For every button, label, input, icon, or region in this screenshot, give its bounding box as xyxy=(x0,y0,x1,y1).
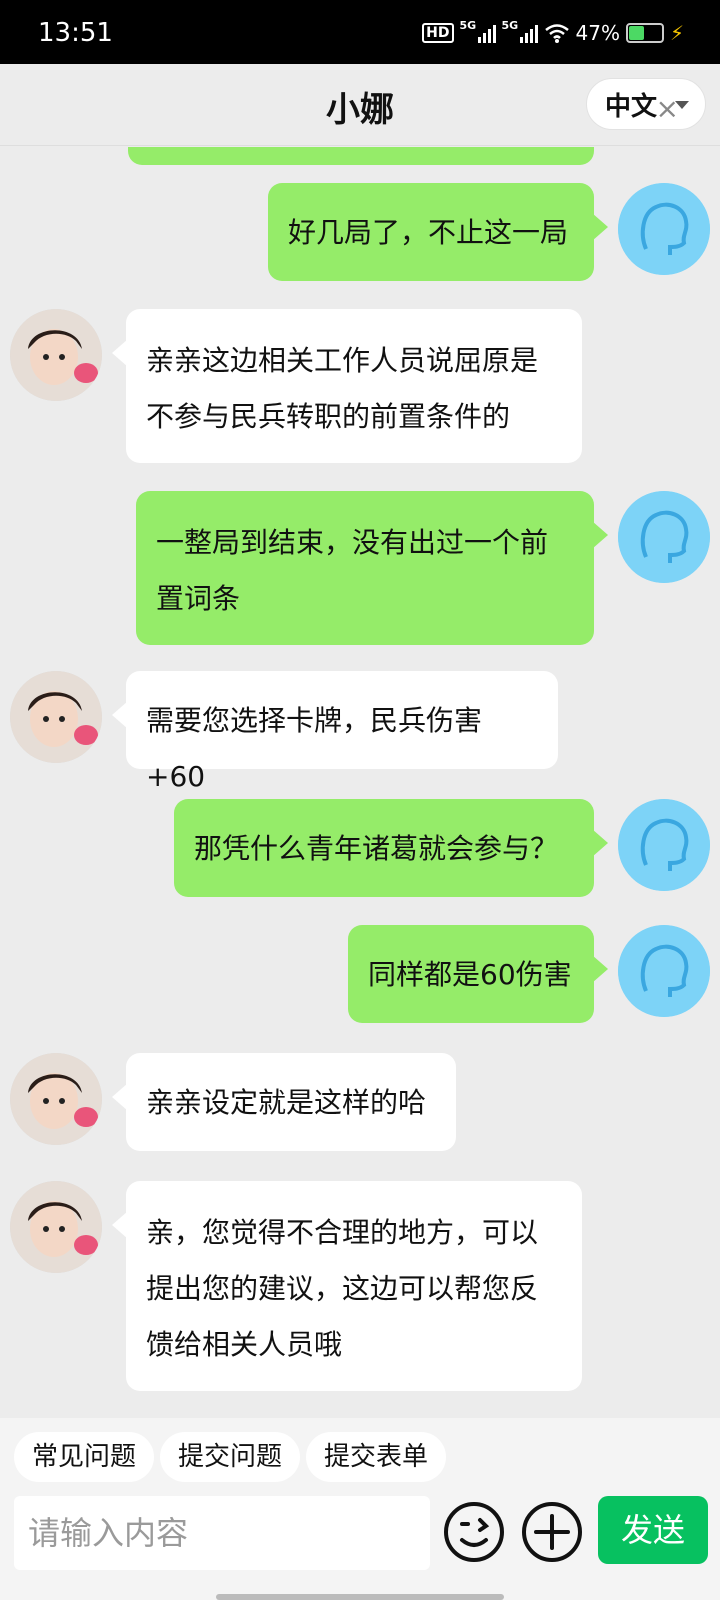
agent-avatar[interactable] xyxy=(10,309,102,401)
chat-header: 小娜 中文 × xyxy=(0,64,720,146)
quick-faq-button[interactable]: 常见问题 xyxy=(14,1432,155,1482)
user-message-bubble: 好几局了，不止这一局 xyxy=(268,183,608,281)
message-text: 亲亲这边相关工作人员说屈原是不参与民兵转职的前置条件的 xyxy=(146,344,539,433)
user-avatar-icon[interactable] xyxy=(618,491,710,583)
user-message-bubble: 那凭什么青年诸葛就会参与？ xyxy=(174,799,608,897)
agent-avatar[interactable] xyxy=(10,671,102,763)
signal-icon-2: 5G xyxy=(502,19,538,43)
input-area: 常见问题 提交问题 提交表单 发送 xyxy=(0,1418,720,1600)
hd-icon: HD xyxy=(422,23,454,43)
message-text: 那凭什么青年诸葛就会参与？ xyxy=(194,832,559,865)
message-text: 一整局到结束，没有出过一个前置词条 xyxy=(156,526,549,615)
message-text: 好几局了，不止这一局 xyxy=(288,216,569,249)
battery-icon xyxy=(625,23,664,43)
charging-icon: ⚡ xyxy=(669,21,684,45)
user-avatar-icon[interactable] xyxy=(618,799,710,891)
battery-percent: 47% xyxy=(575,21,620,45)
wifi-icon xyxy=(544,24,569,43)
plus-icon[interactable] xyxy=(520,1500,584,1564)
agent-message-bubble: 亲亲这边相关工作人员说屈原是不参与民兵转职的前置条件的 xyxy=(112,309,582,463)
status-icons: HD 5G 5G 47% ⚡ xyxy=(422,18,684,48)
quick-submit-form-button[interactable]: 提交表单 xyxy=(306,1432,447,1482)
user-avatar-icon[interactable] xyxy=(618,925,710,1017)
signal-label: 5G xyxy=(459,19,477,32)
message-text: 亲，您觉得不合理的地方，可以提出您的建议，这边可以帮您反馈给相关人员哦 xyxy=(146,1216,539,1361)
home-indicator[interactable] xyxy=(216,1594,504,1600)
signal-label-2: 5G xyxy=(501,19,519,32)
status-bar: 13:51 HD 5G 5G 47% ⚡ xyxy=(0,0,720,64)
language-label: 中文 xyxy=(605,91,658,122)
agent-message-bubble: 亲，您觉得不合理的地方，可以提出您的建议，这边可以帮您反馈给相关人员哦 xyxy=(112,1181,582,1391)
user-message-bubble: 一整局到结束，没有出过一个前置词条 xyxy=(136,491,608,645)
user-avatar-icon[interactable] xyxy=(618,183,710,275)
message-input[interactable] xyxy=(14,1496,430,1570)
send-button[interactable]: 发送 xyxy=(598,1496,708,1564)
chevron-down-icon xyxy=(675,101,689,109)
agent-avatar[interactable] xyxy=(10,1053,102,1145)
emoji-icon[interactable] xyxy=(442,1500,506,1564)
signal-icon: 5G xyxy=(460,19,496,43)
chat-messages[interactable]: 好几局了，不止这一局 亲亲这边相关工作人员说屈原是不参与民兵转职的前置条件的 一… xyxy=(0,147,720,1417)
message-text: 同样都是60伤害 xyxy=(368,958,572,991)
language-selector[interactable]: 中文 × xyxy=(586,78,706,130)
quick-submit-question-button[interactable]: 提交问题 xyxy=(160,1432,301,1482)
user-message-bubble: 同样都是60伤害 xyxy=(348,925,608,1023)
agent-message-bubble: 亲亲设定就是这样的哈 xyxy=(112,1053,456,1151)
message-text: 需要您选择卡牌，民兵伤害+60 xyxy=(146,704,483,793)
message-text: 亲亲设定就是这样的哈 xyxy=(146,1086,427,1119)
previous-message-bubble xyxy=(128,147,594,165)
agent-avatar[interactable] xyxy=(10,1181,102,1273)
agent-message-bubble: 需要您选择卡牌，民兵伤害+60 xyxy=(112,671,558,793)
status-time: 13:51 xyxy=(38,18,113,48)
